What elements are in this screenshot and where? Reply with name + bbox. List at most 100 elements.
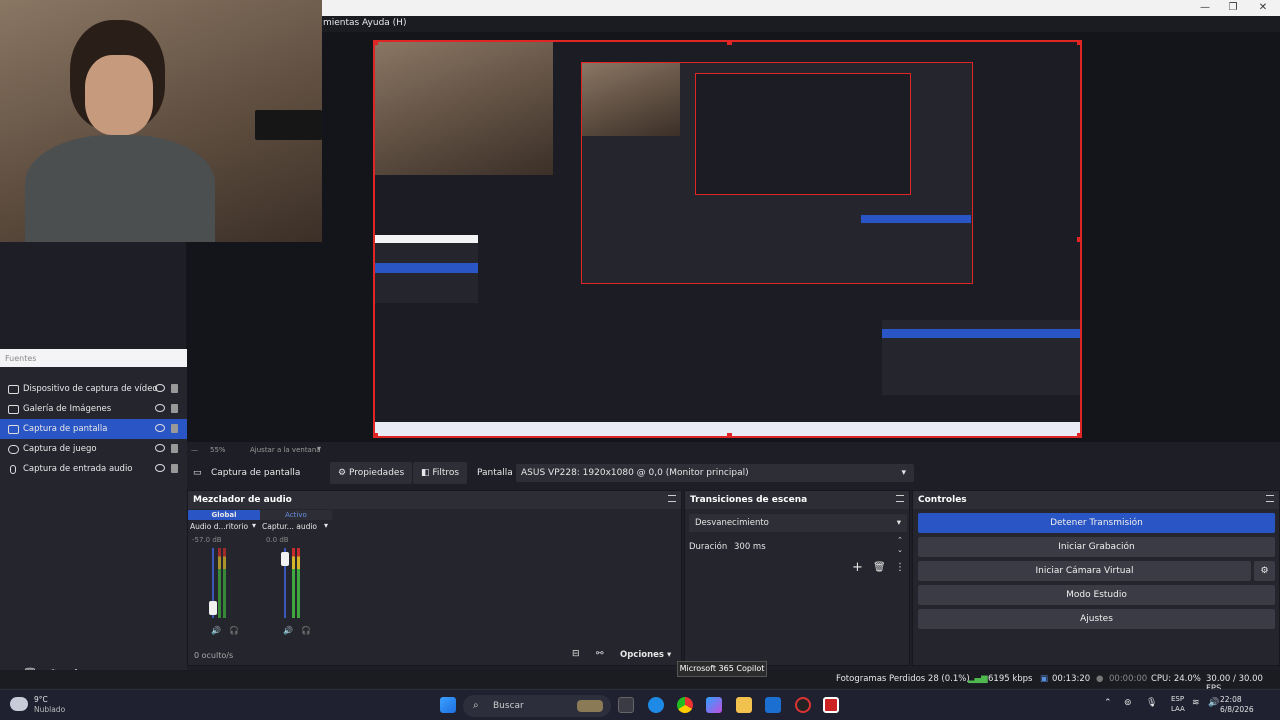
image-icon (8, 404, 19, 414)
network-icon[interactable]: ⊚ (1124, 698, 1132, 708)
tab-active[interactable]: Activo (260, 510, 332, 520)
fit-window-button[interactable]: Ajustar a la ventana (250, 446, 321, 454)
store-icon[interactable] (765, 697, 781, 713)
stream-icon: ▣ (1040, 674, 1049, 684)
nested-sources-dock (375, 235, 478, 303)
weather-icon (10, 697, 28, 711)
nested-controls-dock (882, 320, 1080, 395)
settings-button[interactable]: Ajustes (918, 609, 1275, 629)
file-explorer-icon[interactable] (736, 697, 752, 713)
lang-top[interactable]: ESP (1171, 695, 1184, 703)
add-transition-button[interactable]: + (852, 560, 863, 575)
filters-button[interactable]: ◧ Filtros (413, 462, 468, 484)
display-select[interactable]: ASUS VP228: 1920x1080 @ 0,0 (Monitor pri… (516, 464, 914, 482)
status-bar: Fotogramas Perdidos 28 (0.1%) ▂▄▆ 6195 k… (0, 670, 1280, 694)
edge-icon[interactable] (648, 697, 664, 713)
clock-time[interactable]: 22:08 (1220, 695, 1242, 704)
layout-icon[interactable]: ⊟ (572, 649, 580, 659)
search-icon: ⌕ (473, 700, 479, 711)
studio-mode-button[interactable]: Modo Estudio (918, 585, 1275, 605)
weather-temp[interactable]: 9°C (34, 695, 48, 704)
volume-slider[interactable] (209, 600, 217, 615)
transition-select[interactable]: Desvanecimiento ▾ (689, 514, 907, 532)
link-icon[interactable]: ⚯ (596, 649, 604, 659)
chevron-down-icon[interactable]: ▾ (252, 521, 256, 530)
preview-canvas[interactable] (373, 40, 1082, 438)
display-label: Pantalla (477, 468, 513, 478)
windows-start-icon[interactable] (440, 697, 456, 713)
lock-icon[interactable] (171, 404, 178, 413)
start-recording-button[interactable]: Iniciar Grabación (918, 537, 1275, 557)
trash-icon[interactable]: 🗑 (873, 562, 886, 573)
dock-menu-icon[interactable] (896, 495, 904, 502)
chrome-icon[interactable] (677, 697, 693, 713)
menu-help[interactable]: Ayuda (H) (362, 18, 406, 28)
clock-date[interactable]: 6/8/2026 (1220, 705, 1254, 714)
zoom-value[interactable]: 55% (210, 446, 226, 454)
person-face-shape (85, 55, 153, 135)
source-label: Dispositivo de captura de vídeo (23, 384, 158, 394)
volume-meter (223, 548, 226, 618)
headphones-icon[interactable]: 🎧 (301, 626, 311, 635)
menu-tools[interactable]: mientas (323, 18, 359, 28)
dock-menu-icon[interactable] (1266, 495, 1274, 502)
wifi-icon[interactable]: ≋ (1192, 698, 1200, 708)
more-vertical-icon[interactable]: ⋮ (895, 562, 905, 573)
chevron-down-icon[interactable]: ▾ (317, 444, 321, 453)
taskbar-search[interactable]: ⌕ Buscar (463, 695, 611, 717)
cpu-usage: CPU: 24.0% (1151, 674, 1201, 684)
eye-icon[interactable] (155, 424, 165, 432)
eye-icon[interactable] (155, 444, 165, 452)
volume-slider[interactable] (281, 551, 289, 566)
lock-icon[interactable] (171, 464, 178, 473)
volume-icon[interactable]: 🔊 (1208, 698, 1219, 708)
source-item-image-gallery[interactable]: Galería de Imágenes (0, 399, 187, 419)
dock-menu-icon[interactable] (668, 495, 676, 502)
audio-mixer-dock: Mezclador de audio Global Activo Audio d… (187, 490, 682, 666)
weather-desc[interactable]: Nublado (34, 705, 65, 714)
source-item-game-capture[interactable]: Captura de juego (0, 439, 187, 459)
options-button[interactable]: Opciones ▾ (620, 650, 671, 660)
audio-mixer-title: Mezclador de audio (188, 491, 681, 509)
lock-icon[interactable] (171, 424, 178, 433)
eye-icon[interactable] (155, 404, 165, 412)
stop-stream-button[interactable]: Detener Transmisión (918, 513, 1275, 533)
source-label: Captura de entrada audio (23, 464, 133, 474)
start-virtual-cam-button[interactable]: Iniciar Cámara Virtual (918, 561, 1251, 581)
speaker-icon[interactable]: 🔊 (211, 626, 221, 635)
source-item-audio-input[interactable]: Captura de entrada audio (0, 459, 187, 479)
maximize-button[interactable]: ❐ (1219, 1, 1247, 15)
source-item-screen-capture[interactable]: Captura de pantalla (0, 419, 187, 439)
obs-icon[interactable] (823, 697, 839, 713)
app-icon[interactable] (795, 697, 811, 713)
eye-icon[interactable] (155, 464, 165, 472)
source-item-video-capture[interactable]: Dispositivo de captura de vídeo (0, 379, 187, 399)
gear-icon[interactable]: ⚙ (1254, 561, 1275, 581)
minimize-button[interactable]: — (1191, 1, 1219, 15)
chevron-up-icon[interactable]: ⌃ (1104, 698, 1112, 708)
lock-icon[interactable] (171, 384, 178, 393)
lang-bottom[interactable]: LAA (1171, 705, 1185, 713)
chevron-down-icon: ▾ (896, 518, 901, 528)
source-toolbar: ▭ Captura de pantalla ⚙ Propiedades ◧ Fi… (186, 462, 916, 484)
eye-icon[interactable] (155, 384, 165, 392)
monitor-icon (8, 424, 19, 434)
signal-icon: ▂▄▆ (968, 674, 988, 684)
copilot-icon[interactable] (706, 697, 722, 713)
microphone-icon[interactable]: 🎙 (1146, 698, 1157, 708)
lock-icon[interactable] (171, 444, 178, 453)
channel-db: 0.0 dB (266, 536, 289, 544)
close-button[interactable]: ✕ (1249, 1, 1277, 15)
task-view-icon[interactable] (618, 697, 634, 713)
tooltip: Microsoft 365 Copilot (677, 661, 767, 677)
chevron-down-icon[interactable]: ▾ (324, 521, 328, 530)
volume-meter (292, 548, 295, 618)
duration-input[interactable]: 300 ms ⌃ ⌄ (730, 536, 907, 556)
speaker-icon[interactable]: 🔊 (283, 626, 293, 635)
tab-global[interactable]: Global (188, 510, 260, 520)
channel-name: Captur... audio (262, 522, 318, 531)
channel-db: -57.0 dB (192, 536, 222, 544)
stream-time: 00:13:20 (1052, 674, 1091, 684)
properties-button[interactable]: ⚙ Propiedades (330, 462, 413, 484)
headphones-icon[interactable]: 🎧 (229, 626, 239, 635)
